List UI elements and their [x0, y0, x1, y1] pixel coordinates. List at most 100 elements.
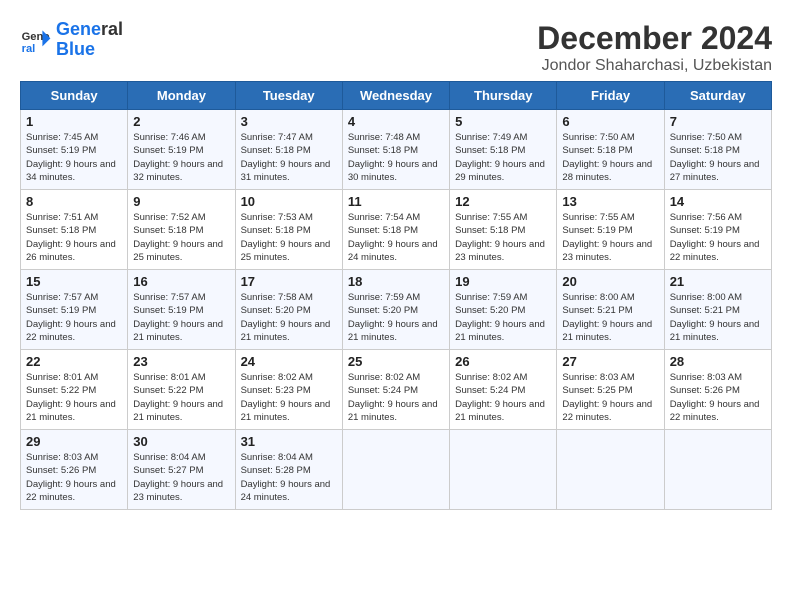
day-number: 20	[562, 274, 658, 289]
day-number: 6	[562, 114, 658, 129]
table-row: 27 Sunrise: 8:03 AMSunset: 5:25 PMDayligh…	[557, 350, 664, 430]
day-number: 14	[670, 194, 766, 209]
table-row: 4Sunrise: 7:48 AMSunset: 5:18 PMDaylight…	[342, 110, 449, 190]
day-number: 28	[670, 354, 766, 369]
day-info: Sunrise: 8:04 AMSunset: 5:28 PMDaylight:…	[241, 451, 337, 504]
table-row: 24 Sunrise: 8:02 AMSunset: 5:23 PMDayligh…	[235, 350, 342, 430]
page-header: Gene ral General Blue December 2024 Jond…	[20, 20, 772, 75]
table-row	[557, 430, 664, 510]
logo-text-line2: Blue	[56, 40, 123, 60]
day-header-friday: Friday	[557, 82, 664, 110]
day-info: Sunrise: 7:53 AMSunset: 5:18 PMDaylight:…	[241, 211, 337, 264]
day-number: 25	[348, 354, 444, 369]
table-row: 16 Sunrise: 7:57 AMSunset: 5:19 PMDayligh…	[128, 270, 235, 350]
day-number: 11	[348, 194, 444, 209]
table-row: 1 Sunrise: 7:45 AMSunset: 5:19 PMDaylight…	[21, 110, 128, 190]
day-number: 5	[455, 114, 551, 129]
calendar-table: SundayMondayTuesdayWednesdayThursdayFrid…	[20, 81, 772, 510]
day-number: 16	[133, 274, 229, 289]
day-number: 12	[455, 194, 551, 209]
table-row: 29 Sunrise: 8:03 AMSunset: 5:26 PMDayligh…	[21, 430, 128, 510]
day-info: Sunrise: 8:00 AMSunset: 5:21 PMDaylight:…	[670, 291, 766, 344]
day-header-sunday: Sunday	[21, 82, 128, 110]
day-number: 3	[241, 114, 337, 129]
table-row: 6 Sunrise: 7:50 AMSunset: 5:18 PMDaylight…	[557, 110, 664, 190]
table-row: 15Sunrise: 7:57 AMSunset: 5:19 PMDayligh…	[21, 270, 128, 350]
day-info: Sunrise: 8:03 AMSunset: 5:26 PMDaylight:…	[26, 451, 122, 504]
day-info: Sunrise: 7:51 AMSunset: 5:18 PMDaylight:…	[26, 211, 122, 264]
day-info: Sunrise: 7:50 AMSunset: 5:18 PMDaylight:…	[562, 131, 658, 184]
day-number: 27	[562, 354, 658, 369]
day-info: Sunrise: 8:02 AMSunset: 5:24 PMDaylight:…	[348, 371, 444, 424]
table-row: 14 Sunrise: 7:56 AMSunset: 5:19 PMDayligh…	[664, 190, 771, 270]
table-row: 28 Sunrise: 8:03 AMSunset: 5:26 PMDayligh…	[664, 350, 771, 430]
day-info: Sunrise: 7:55 AMSunset: 5:18 PMDaylight:…	[455, 211, 551, 264]
table-row: 3 Sunrise: 7:47 AMSunset: 5:18 PMDaylight…	[235, 110, 342, 190]
day-info: Sunrise: 8:01 AMSunset: 5:22 PMDaylight:…	[26, 371, 122, 424]
subtitle: Jondor Shaharchasi, Uzbekistan	[537, 57, 772, 75]
day-number: 24	[241, 354, 337, 369]
day-info: Sunrise: 8:02 AMSunset: 5:24 PMDaylight:…	[455, 371, 551, 424]
table-row: 17Sunrise: 7:58 AMSunset: 5:20 PMDayligh…	[235, 270, 342, 350]
day-number: 21	[670, 274, 766, 289]
day-info: Sunrise: 8:03 AMSunset: 5:26 PMDaylight:…	[670, 371, 766, 424]
day-number: 29	[26, 434, 122, 449]
day-info: Sunrise: 7:49 AMSunset: 5:18 PMDaylight:…	[455, 131, 551, 184]
logo-text-line1: General	[56, 20, 123, 40]
calendar-week-row: 29 Sunrise: 8:03 AMSunset: 5:26 PMDayligh…	[21, 430, 772, 510]
table-row: 9 Sunrise: 7:52 AMSunset: 5:18 PMDaylight…	[128, 190, 235, 270]
table-row: 5 Sunrise: 7:49 AMSunset: 5:18 PMDaylight…	[450, 110, 557, 190]
table-row: 26Sunrise: 8:02 AMSunset: 5:24 PMDayligh…	[450, 350, 557, 430]
table-row: 20 Sunrise: 8:00 AMSunset: 5:21 PMDayligh…	[557, 270, 664, 350]
day-info: Sunrise: 7:56 AMSunset: 5:19 PMDaylight:…	[670, 211, 766, 264]
day-info: Sunrise: 7:59 AMSunset: 5:20 PMDaylight:…	[455, 291, 551, 344]
table-row	[342, 430, 449, 510]
day-header-thursday: Thursday	[450, 82, 557, 110]
day-number: 4	[348, 114, 444, 129]
day-number: 30	[133, 434, 229, 449]
day-number: 22	[26, 354, 122, 369]
day-number: 18	[348, 274, 444, 289]
day-info: Sunrise: 8:01 AMSunset: 5:22 PMDaylight:…	[133, 371, 229, 424]
main-title: December 2024	[537, 20, 772, 57]
day-number: 1	[26, 114, 122, 129]
title-block: December 2024 Jondor Shaharchasi, Uzbeki…	[537, 20, 772, 75]
header-row: SundayMondayTuesdayWednesdayThursdayFrid…	[21, 82, 772, 110]
day-header-monday: Monday	[128, 82, 235, 110]
day-info: Sunrise: 8:03 AMSunset: 5:25 PMDaylight:…	[562, 371, 658, 424]
day-info: Sunrise: 7:59 AMSunset: 5:20 PMDaylight:…	[348, 291, 444, 344]
day-header-saturday: Saturday	[664, 82, 771, 110]
day-info: Sunrise: 7:57 AMSunset: 5:19 PMDaylight:…	[133, 291, 229, 344]
day-info: Sunrise: 7:55 AMSunset: 5:19 PMDaylight:…	[562, 211, 658, 264]
day-header-tuesday: Tuesday	[235, 82, 342, 110]
day-number: 9	[133, 194, 229, 209]
day-number: 7	[670, 114, 766, 129]
table-row: 18 Sunrise: 7:59 AMSunset: 5:20 PMDayligh…	[342, 270, 449, 350]
table-row: 7 Sunrise: 7:50 AMSunset: 5:18 PMDaylight…	[664, 110, 771, 190]
table-row: 11 Sunrise: 7:54 AMSunset: 5:18 PMDayligh…	[342, 190, 449, 270]
day-info: Sunrise: 7:52 AMSunset: 5:18 PMDaylight:…	[133, 211, 229, 264]
day-info: Sunrise: 7:57 AMSunset: 5:19 PMDaylight:…	[26, 291, 122, 344]
table-row	[664, 430, 771, 510]
table-row: 10Sunrise: 7:53 AMSunset: 5:18 PMDayligh…	[235, 190, 342, 270]
day-info: Sunrise: 7:50 AMSunset: 5:18 PMDaylight:…	[670, 131, 766, 184]
calendar-week-row: 1 Sunrise: 7:45 AMSunset: 5:19 PMDaylight…	[21, 110, 772, 190]
calendar-week-row: 8Sunrise: 7:51 AMSunset: 5:18 PMDaylight…	[21, 190, 772, 270]
day-info: Sunrise: 7:45 AMSunset: 5:19 PMDaylight:…	[26, 131, 122, 184]
table-row: 23 Sunrise: 8:01 AMSunset: 5:22 PMDayligh…	[128, 350, 235, 430]
day-number: 23	[133, 354, 229, 369]
day-info: Sunrise: 7:54 AMSunset: 5:18 PMDaylight:…	[348, 211, 444, 264]
day-info: Sunrise: 8:02 AMSunset: 5:23 PMDaylight:…	[241, 371, 337, 424]
table-row: 31 Sunrise: 8:04 AMSunset: 5:28 PMDayligh…	[235, 430, 342, 510]
table-row: 2Sunrise: 7:46 AMSunset: 5:19 PMDaylight…	[128, 110, 235, 190]
table-row: 21 Sunrise: 8:00 AMSunset: 5:21 PMDayligh…	[664, 270, 771, 350]
day-number: 31	[241, 434, 337, 449]
day-info: Sunrise: 8:00 AMSunset: 5:21 PMDaylight:…	[562, 291, 658, 344]
table-row: 30Sunrise: 8:04 AMSunset: 5:27 PMDayligh…	[128, 430, 235, 510]
table-row: 8Sunrise: 7:51 AMSunset: 5:18 PMDaylight…	[21, 190, 128, 270]
day-info: Sunrise: 7:47 AMSunset: 5:18 PMDaylight:…	[241, 131, 337, 184]
table-row: 19Sunrise: 7:59 AMSunset: 5:20 PMDayligh…	[450, 270, 557, 350]
table-row: 13Sunrise: 7:55 AMSunset: 5:19 PMDayligh…	[557, 190, 664, 270]
table-row: 12 Sunrise: 7:55 AMSunset: 5:18 PMDayligh…	[450, 190, 557, 270]
day-number: 17	[241, 274, 337, 289]
